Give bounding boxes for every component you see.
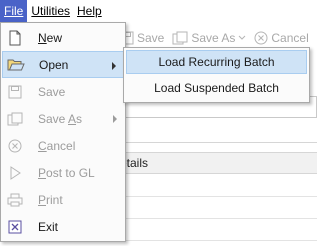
- menu-item-cancel[interactable]: Cancel: [2, 132, 125, 159]
- submenu-arrow-icon: [113, 115, 117, 123]
- chevron-down-icon: [238, 35, 246, 41]
- menu-item-exit[interactable]: Exit: [2, 213, 125, 240]
- exit-icon: [2, 213, 28, 240]
- menu-item-save[interactable]: Save: [2, 78, 125, 105]
- toolbar-cancel-button[interactable]: Cancel: [254, 31, 309, 45]
- menu-help-label: Help: [77, 4, 102, 18]
- submenu-item-load-suspended-batch[interactable]: Load Suspended Batch: [126, 76, 307, 100]
- submenu-arrow-icon: [112, 62, 116, 70]
- open-folder-icon: [3, 51, 29, 78]
- grid-row-line: [118, 196, 317, 197]
- menu-item-cancel-label: ancel: [46, 138, 76, 153]
- menu-item-save-as[interactable]: Save As: [2, 105, 125, 132]
- menu-utilities-label: Utilities: [31, 4, 71, 18]
- toolbar: Save Save As Cancel: [120, 27, 317, 49]
- menu-item-new[interactable]: New: [2, 24, 125, 51]
- cancel-icon: [2, 132, 28, 159]
- menu-item-open[interactable]: Open: [2, 51, 125, 78]
- menu-bar: File Utilities Help: [0, 0, 317, 22]
- toolbar-save-button[interactable]: Save: [120, 31, 164, 45]
- grid-row-line: [118, 240, 317, 241]
- submenu-item-load-recurring-batch-label: Load Recurring Batch: [158, 55, 275, 69]
- menu-item-print-label: rint: [46, 192, 63, 207]
- file-menu-dropdown: New Open Save Save As Cancel Post to GL: [0, 22, 126, 242]
- menu-item-open-label: Open: [39, 57, 69, 72]
- menu-item-save-label: Save: [38, 84, 66, 99]
- toolbar-save-as-button[interactable]: Save As: [172, 31, 246, 45]
- menu-item-post-to-gl[interactable]: Post to GL: [2, 159, 125, 186]
- toolbar-save-label: Save: [137, 31, 165, 45]
- submenu-item-load-suspended-batch-label: Load Suspended Batch: [154, 81, 279, 95]
- save-icon: [2, 78, 28, 105]
- cancel-icon: [254, 31, 268, 45]
- menu-item-new-label: ew: [46, 30, 63, 45]
- menu-file[interactable]: File: [0, 0, 28, 22]
- print-icon: [2, 186, 28, 213]
- grid-header: etails: [118, 152, 317, 174]
- post-icon: [2, 159, 28, 186]
- submenu-item-load-recurring-batch[interactable]: Load Recurring Batch: [126, 50, 307, 74]
- menu-item-print[interactable]: Print: [2, 186, 125, 213]
- menu-item-save-as-label: s: [76, 111, 83, 126]
- new-document-icon: [2, 24, 28, 51]
- menu-utilities[interactable]: Utilities: [28, 0, 73, 22]
- menu-item-exit-label: Exit: [38, 219, 59, 234]
- open-submenu: Load Recurring Batch Load Suspended Batc…: [123, 47, 310, 103]
- save-as-icon: [172, 31, 188, 45]
- toolbar-save-as-label: Save As: [191, 31, 236, 45]
- toolbar-cancel-label: Cancel: [271, 31, 309, 45]
- menu-item-post-label: ost to GL: [46, 165, 95, 180]
- grid-row-line: [118, 218, 317, 219]
- save-as-icon: [2, 105, 28, 132]
- menu-help[interactable]: Help: [74, 0, 105, 22]
- menu-file-label: File: [4, 4, 24, 18]
